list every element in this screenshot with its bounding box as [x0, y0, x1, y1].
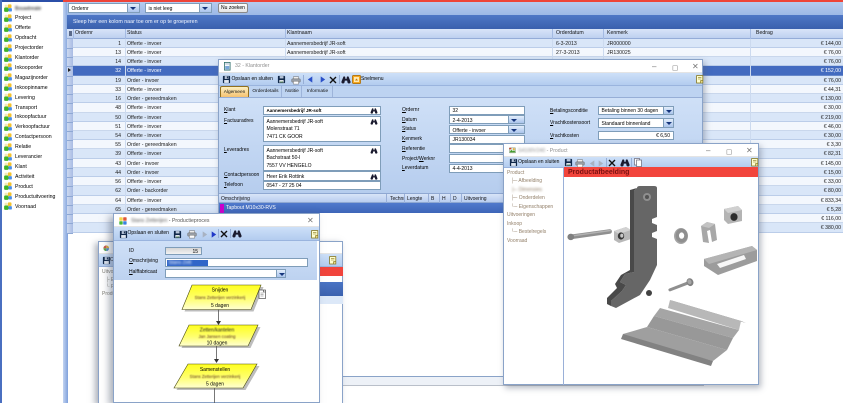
svg-text:10 dagen: 10 dagen	[207, 341, 228, 347]
svg-text:Zetten/kantelen: Zetten/kantelen	[200, 328, 235, 334]
svg-text:Stans Zetterijen verzinkerij: Stans Zetterijen verzinkerij	[195, 295, 246, 300]
svg-text:Snijden: Snijden	[212, 288, 229, 294]
svg-text:Jan Jansen coating: Jan Jansen coating	[198, 334, 236, 339]
svg-text:5 dagen: 5 dagen	[206, 382, 224, 388]
svg-text:Stans Zetterijen verzinkerij: Stans Zetterijen verzinkerij	[190, 374, 241, 379]
svg-text:5 dagen: 5 dagen	[211, 303, 229, 309]
svg-text:Samenstellen: Samenstellen	[200, 367, 231, 373]
